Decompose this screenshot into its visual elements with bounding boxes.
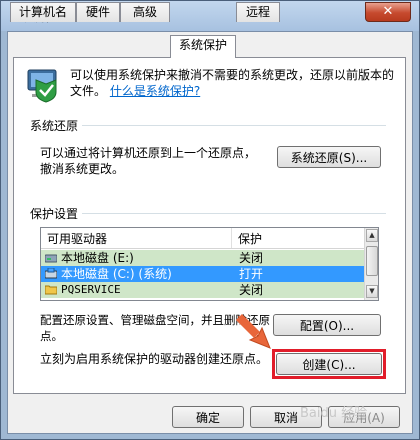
column-header-drives[interactable]: 可用驱动器 bbox=[47, 230, 107, 247]
drive-protection-status: 打开 bbox=[239, 267, 264, 281]
drive-name: 本地磁盘 (C:) (系统) bbox=[61, 267, 172, 281]
system-restore-group-label: 系统还原 bbox=[30, 117, 83, 134]
close-button[interactable]: ✕ bbox=[365, 2, 411, 22]
drive-name: 本地磁盘 (E:) bbox=[61, 251, 134, 265]
pointer-arrow-annotation bbox=[236, 314, 271, 349]
disk-drive-icon bbox=[45, 254, 57, 263]
system-restore-button[interactable]: 系统还原(S)... bbox=[277, 146, 381, 168]
system-restore-desc-line2: 撤消系统更改。 bbox=[40, 162, 125, 176]
drive-name: PQSERVICE bbox=[61, 283, 121, 296]
protection-settings-group-line bbox=[30, 213, 386, 214]
column-header-protection[interactable]: 保护 bbox=[238, 230, 262, 247]
system-restore-group-line bbox=[30, 125, 386, 126]
create-button[interactable]: 创建(C)... bbox=[276, 353, 382, 375]
system-restore-desc-line1: 可以通过将计算机还原到上一个还原点， bbox=[40, 146, 257, 160]
tab-remote[interactable]: 远程 bbox=[236, 2, 280, 22]
ok-button[interactable]: 确定 bbox=[172, 406, 244, 428]
drive-row-e[interactable]: 本地磁盘 (E:) 关闭 bbox=[41, 250, 364, 266]
watermark: Baidu 经验 bbox=[300, 406, 368, 421]
drive-list[interactable]: 可用驱动器 保护 本地磁盘 (E:) 关闭 本地磁盘 (C:) (系统) 打开 … bbox=[40, 227, 379, 301]
drive-row-pqservice[interactable]: PQSERVICE 关闭 bbox=[41, 282, 364, 298]
scroll-thumb[interactable] bbox=[366, 246, 378, 276]
what-is-system-protection-link[interactable]: 什么是系统保护? bbox=[110, 84, 200, 98]
drive-list-scrollbar[interactable]: ▲ ▼ bbox=[364, 228, 378, 300]
drive-row-c[interactable]: 本地磁盘 (C:) (系统) 打开 bbox=[41, 266, 364, 282]
scroll-up-icon[interactable]: ▲ bbox=[366, 229, 378, 242]
tab-hardware[interactable]: 硬件 bbox=[76, 2, 120, 22]
folder-drive-icon bbox=[45, 285, 57, 295]
drive-list-header: 可用驱动器 保护 bbox=[41, 228, 364, 249]
system-protection-icon bbox=[27, 69, 57, 103]
tab-advanced[interactable]: 高级 bbox=[120, 2, 170, 22]
system-disk-icon bbox=[45, 268, 57, 279]
intro-text-block: 可以使用系统保护来撤消不需要的系统更改，还原以前版本的文件。 什么是系统保护? bbox=[70, 67, 400, 99]
tab-system-protection[interactable]: 系统保护 bbox=[170, 35, 236, 58]
drive-protection-status: 关闭 bbox=[239, 283, 264, 297]
column-divider bbox=[231, 228, 232, 248]
close-icon: ✕ bbox=[382, 4, 394, 19]
tab-computer-name[interactable]: 计算机名 bbox=[10, 2, 76, 22]
protection-settings-group-label: 保护设置 bbox=[30, 205, 83, 222]
configure-button[interactable]: 配置(O)... bbox=[273, 314, 381, 336]
drive-protection-status: 关闭 bbox=[239, 251, 264, 265]
scroll-down-icon[interactable]: ▼ bbox=[366, 285, 378, 298]
